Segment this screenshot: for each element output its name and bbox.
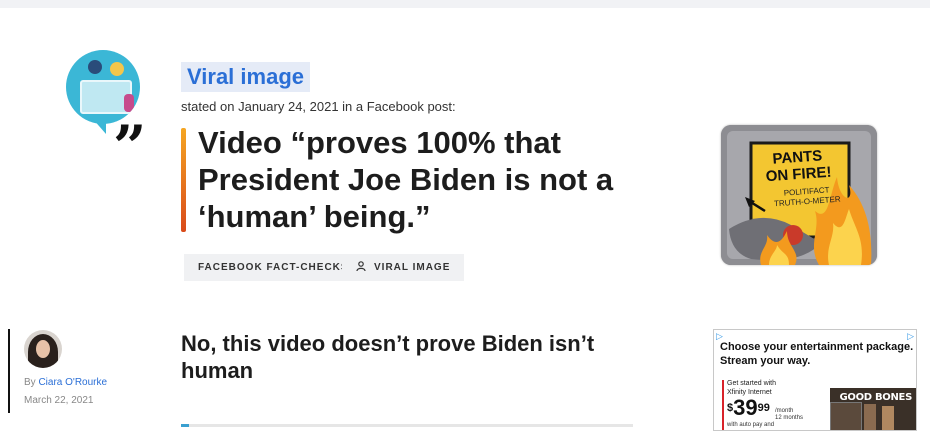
avatar-person-graphic: [110, 62, 124, 76]
byline: By Ciara O'Rourke: [24, 377, 107, 388]
person-icon: [356, 261, 366, 271]
publish-date: March 22, 2021: [24, 395, 94, 406]
ad-image-tile: [864, 404, 876, 430]
ad-term-line: /month: [775, 408, 794, 414]
avatar-person-graphic: [88, 60, 102, 74]
ad-fine-print: with auto pay and: [727, 422, 775, 428]
speaker-name-link[interactable]: Viral image: [181, 62, 310, 92]
advertisement[interactable]: ▷ ▷ Choose your entertainment package. S…: [713, 329, 917, 431]
statement-context: stated on January 24, 2021 in a Facebook…: [181, 99, 456, 114]
ad-image-title: GOOD BONES: [839, 392, 912, 403]
tag-label: VIRAL IMAGE: [374, 262, 451, 273]
ad-image[interactable]: GOOD BONES: [830, 388, 916, 430]
top-bar: [0, 0, 930, 8]
ad-image-tile: [882, 406, 894, 430]
tag-viral-image[interactable]: VIRAL IMAGE: [342, 254, 465, 281]
ad-price-cents: 99: [757, 402, 770, 414]
truth-o-meter-rating[interactable]: PANTS ON FIRE! POLITIFACT TRUTH-O-METER: [721, 125, 877, 265]
speech-bubble-tail: [92, 118, 106, 134]
avatar-person-graphic: [124, 94, 134, 112]
ad-offer-line: Get started with: [727, 380, 777, 387]
ad-term-line: 12 months: [775, 415, 804, 421]
ad-image-tile: [830, 402, 862, 430]
ad-accent-bar: [722, 380, 724, 430]
ad-price-dollars: 39: [733, 395, 758, 420]
claim-accent-bar: [181, 128, 186, 232]
ad-headline: Choose your entertainment package. Strea…: [720, 341, 914, 367]
tag-facebook-fact-checks[interactable]: FACEBOOK FACT-CHECKS: [184, 254, 363, 281]
avatar-graphic: [36, 340, 50, 358]
article-headline: No, this video doesn’t prove Biden isn’t…: [181, 331, 595, 383]
author-name-link[interactable]: Ciara O'Rourke: [38, 377, 107, 388]
claim-quote: Video “proves 100% that President Joe Bi…: [198, 125, 614, 234]
quote-icon: ”: [113, 113, 146, 181]
tag-label: FACEBOOK FACT-CHECKS: [198, 262, 349, 273]
author-avatar[interactable]: [24, 330, 62, 368]
author-divider: [8, 329, 10, 413]
ad-price: $3999: [727, 396, 770, 420]
ad-term: /month 12 months: [775, 408, 803, 422]
byline-prefix: By: [24, 377, 36, 388]
